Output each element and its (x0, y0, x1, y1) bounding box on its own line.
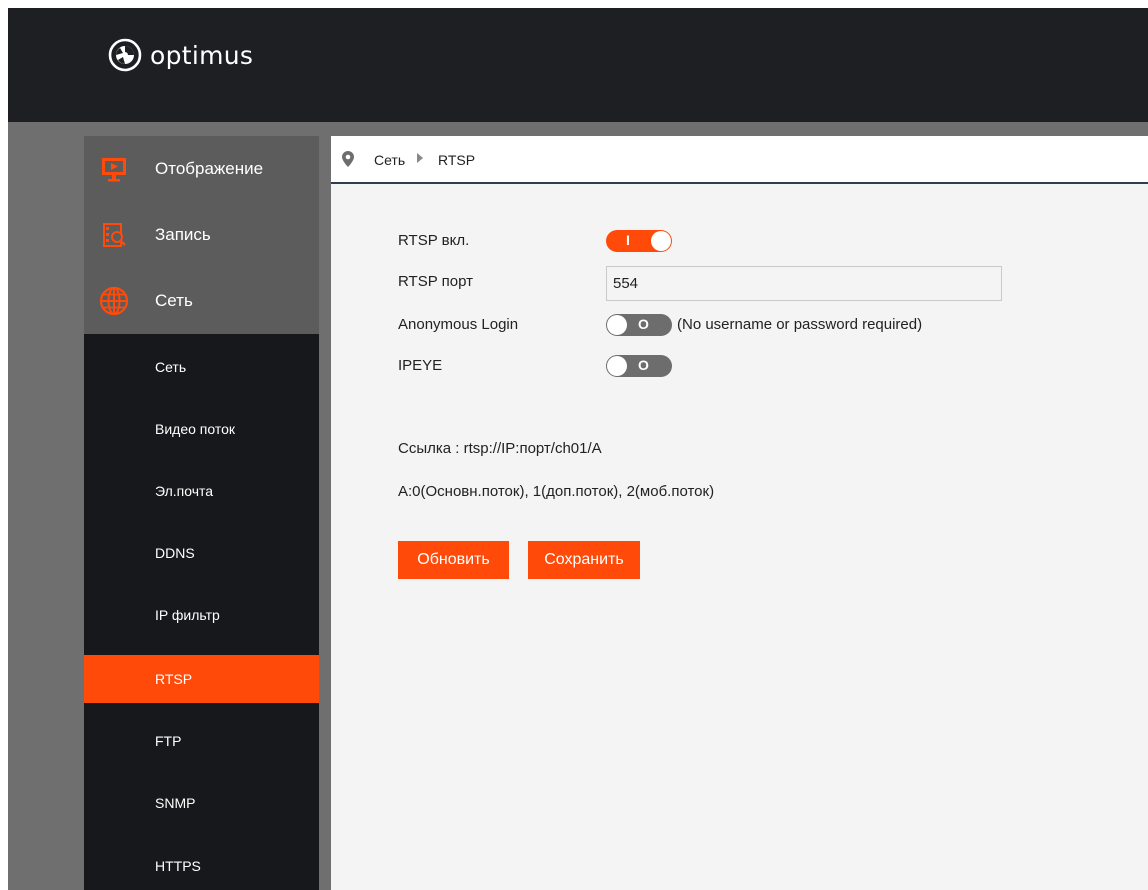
sidebar-item-label: HTTPS (155, 858, 201, 874)
sidebar-category-label: Запись (155, 225, 211, 244)
sidebar-item-snmp[interactable]: SNMP (84, 779, 319, 827)
stream-info-text: A:0(Основн.поток), 1(доп.поток), 2(моб.п… (398, 483, 715, 500)
app-header: optimus (8, 8, 1148, 122)
rtsp-port-input[interactable] (606, 266, 1002, 301)
sidebar-item-label: SNMP (155, 795, 196, 811)
logo[interactable]: optimus (108, 38, 253, 72)
sidebar-category-record[interactable]: Запись (84, 202, 319, 268)
anonymous-login-hint: (No username or password required) (677, 316, 923, 333)
breadcrumb: Сеть RTSP (331, 136, 1148, 184)
sidebar-item-ftp[interactable]: FTP (84, 717, 319, 765)
sidebar-item-ddns[interactable]: DDNS (84, 529, 319, 577)
logo-text: optimus (150, 40, 254, 70)
sidebar-item-label: Эл.почта (155, 483, 214, 499)
sidebar-item-https[interactable]: HTTPS (84, 842, 319, 890)
toggle-glyph: O (638, 316, 649, 332)
sidebar-item-rtsp[interactable]: RTSP (84, 655, 319, 703)
sidebar-category-label: Отображение (155, 159, 264, 178)
sidebar-item-label: RTSP (155, 671, 193, 687)
toggle-knob (651, 231, 671, 251)
toggle-glyph: O (638, 357, 649, 373)
sidebar-item-label: FTP (155, 733, 182, 749)
toggle-knob (607, 356, 627, 376)
top-strip (0, 0, 1148, 8)
sidebar-category-label: Сеть (155, 291, 193, 310)
sidebar-category-network[interactable]: Сеть (84, 268, 319, 334)
anonymous-login-toggle[interactable]: O (606, 314, 672, 336)
sidebar-item-ip-filter[interactable]: IP фильтр (84, 591, 319, 639)
sidebar-item-email[interactable]: Эл.почта (84, 467, 319, 515)
ipeye-toggle[interactable]: O (606, 355, 672, 377)
sidebar-category-display[interactable]: Отображение (84, 136, 319, 202)
toggle-knob (607, 315, 627, 335)
breadcrumb-page: RTSP (438, 152, 476, 168)
sidebar-item-label: DDNS (155, 545, 195, 561)
save-button[interactable]: Сохранить (528, 541, 640, 579)
content-panel: Сеть RTSP RTSP вкл. I RTSP порт Anonymou… (331, 136, 1148, 890)
rtsp-enable-toggle[interactable]: I (606, 230, 672, 252)
sidebar-item-label: IP фильтр (155, 607, 220, 623)
location-pin-icon (342, 151, 354, 167)
ipeye-label: IPEYE (398, 357, 443, 374)
sidebar-item-network[interactable]: Сеть (84, 343, 319, 391)
rtsp-enable-label: RTSP вкл. (398, 232, 470, 249)
breadcrumb-arrow-icon (417, 153, 423, 163)
sidebar-item-label: Сеть (155, 359, 187, 375)
toggle-glyph: I (626, 232, 630, 248)
sidebar-item-video-stream[interactable]: Видео поток (84, 405, 319, 453)
breadcrumb-section[interactable]: Сеть (374, 152, 405, 168)
refresh-button[interactable]: Обновить (398, 541, 509, 579)
globe-icon (98, 285, 130, 317)
rtsp-link-text: Ссылка : rtsp://IP:порт/ch01/A (398, 440, 602, 457)
sidebar-item-label: Видео поток (155, 421, 236, 437)
record-search-icon (98, 219, 130, 251)
monitor-icon (98, 153, 130, 185)
sidebar: Отображение Запись Сеть Сеть Видео поток… (84, 136, 319, 890)
rtsp-port-label: RTSP порт (398, 273, 473, 290)
anonymous-login-label: Anonymous Login (398, 316, 519, 333)
optimus-logo-icon (108, 38, 142, 72)
